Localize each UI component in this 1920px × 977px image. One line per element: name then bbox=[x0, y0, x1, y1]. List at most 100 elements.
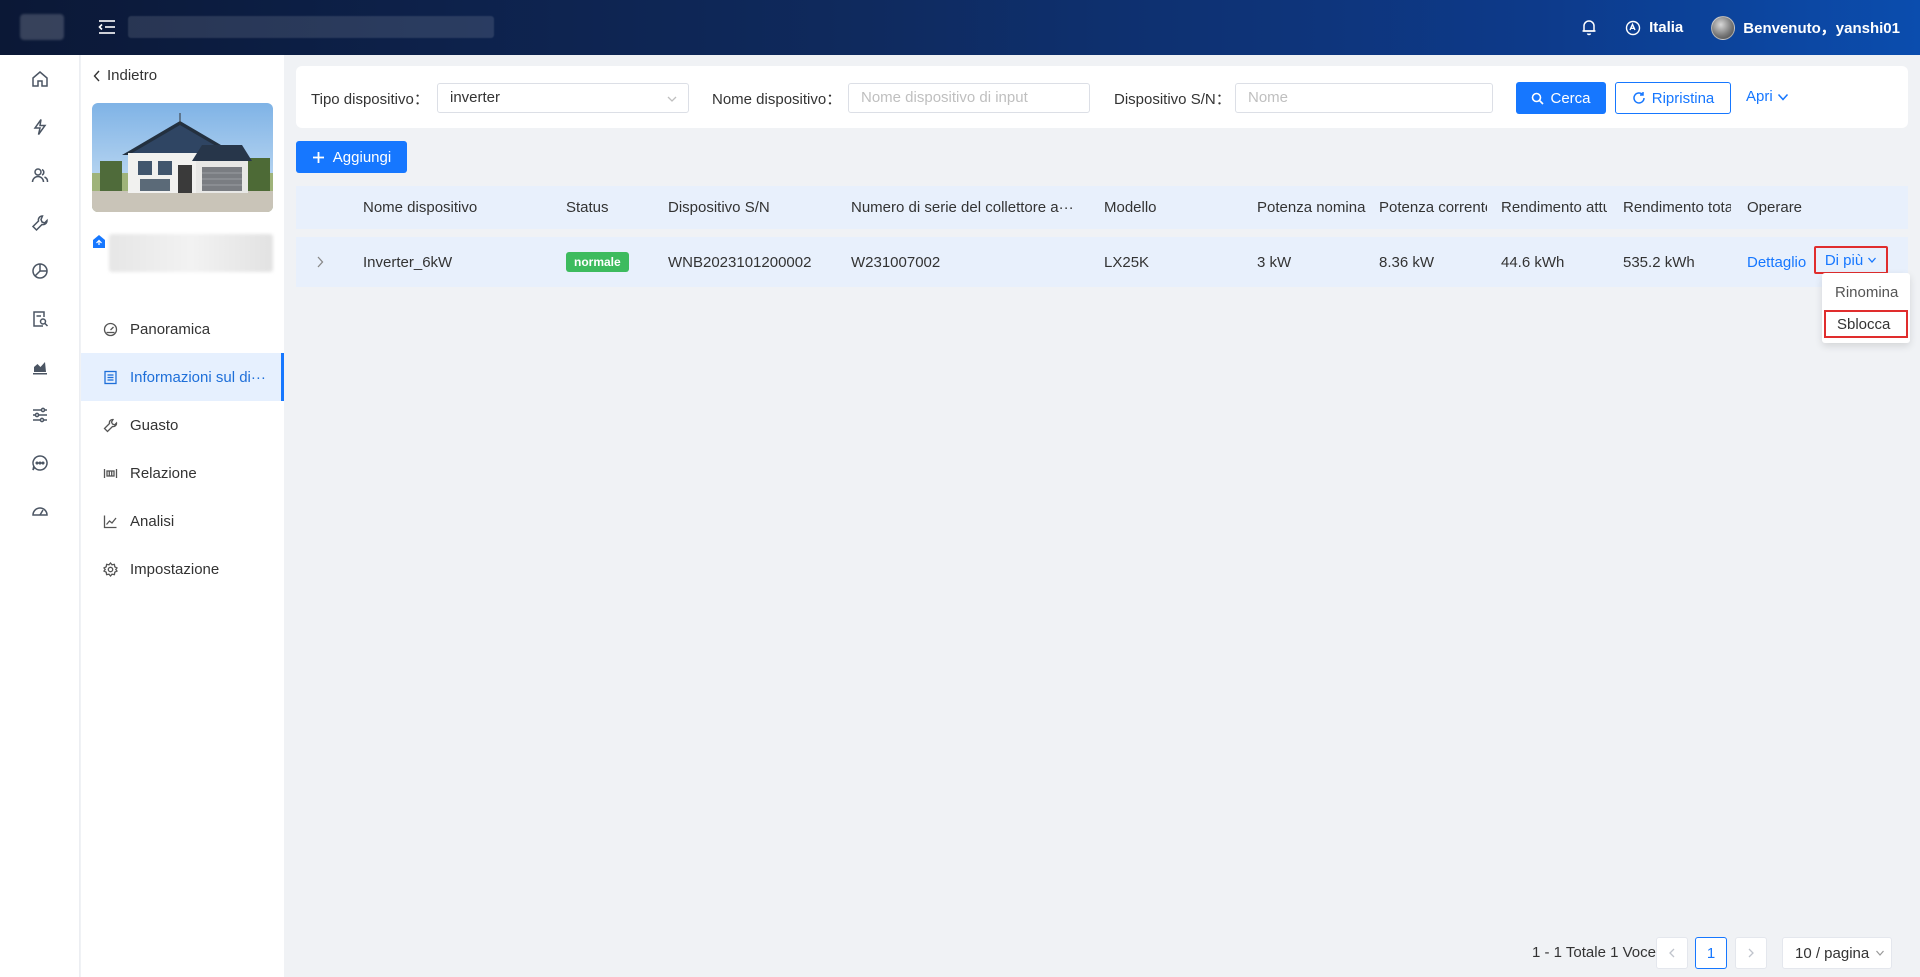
search-button[interactable]: Cerca bbox=[1516, 82, 1606, 114]
chevron-down-icon bbox=[1876, 950, 1885, 956]
header-current-yield: Rendimento attu bbox=[1501, 199, 1607, 216]
more-actions-button[interactable]: Di più bbox=[1814, 246, 1888, 274]
device-type-value: inverter bbox=[450, 89, 501, 106]
header-status: Status bbox=[566, 199, 609, 216]
sidebar-item-panoramica[interactable]: Panoramica bbox=[81, 305, 284, 353]
refresh-icon bbox=[1633, 92, 1645, 104]
wrench-icon[interactable] bbox=[28, 211, 52, 235]
status-cell: normale bbox=[566, 237, 656, 287]
header-total-yield: Rendimento tota bbox=[1623, 199, 1731, 216]
lightning-icon[interactable] bbox=[28, 115, 52, 139]
header-name: Nome dispositivo bbox=[363, 199, 478, 216]
expand-filters-link[interactable]: Apri bbox=[1746, 88, 1789, 105]
chat-icon[interactable] bbox=[28, 451, 52, 475]
reset-label: Ripristina bbox=[1651, 89, 1715, 107]
sidebar-item-analisi[interactable]: Analisi bbox=[81, 497, 284, 545]
device-sn-input[interactable]: Nome bbox=[1235, 83, 1493, 113]
chevron-left-icon bbox=[93, 70, 100, 81]
sidebar-item-informazioni[interactable]: Informazioni sul di··· bbox=[81, 353, 284, 401]
add-label: Aggiungi bbox=[332, 148, 392, 166]
plant-name-redacted bbox=[109, 234, 273, 272]
device-model: LX25K bbox=[1104, 253, 1150, 271]
device-type-select[interactable]: inverter bbox=[437, 83, 689, 113]
prev-page-button[interactable] bbox=[1656, 937, 1688, 969]
chevron-down-icon bbox=[667, 96, 677, 102]
current-power: 8.36 kW bbox=[1379, 253, 1435, 271]
current-yield: 44.6 kWh bbox=[1501, 253, 1565, 271]
chevron-left-icon bbox=[1669, 948, 1675, 958]
table-header: Nome dispositivo Status Dispositivo S/N … bbox=[296, 186, 1908, 229]
page-number-button[interactable]: 1 bbox=[1695, 937, 1727, 969]
device-sn: WNB2023101200002 bbox=[668, 253, 812, 271]
device-type-label: Tipo dispositivo： bbox=[311, 91, 429, 108]
back-label: Indietro bbox=[107, 67, 158, 84]
detail-link[interactable]: Dettaglio bbox=[1747, 237, 1811, 287]
add-device-button[interactable]: Aggiungi bbox=[296, 141, 407, 173]
next-page-button[interactable] bbox=[1735, 937, 1767, 969]
line-chart-icon bbox=[103, 515, 117, 528]
report-search-icon[interactable] bbox=[28, 307, 52, 331]
device-name-label: Nome dispositivo： bbox=[712, 91, 842, 108]
home-icon[interactable] bbox=[28, 67, 52, 91]
page-size-select[interactable]: 10 / pagina bbox=[1782, 937, 1892, 969]
location-pin-icon bbox=[92, 235, 106, 249]
language-label: Italia bbox=[1649, 19, 1684, 36]
back-link[interactable]: Indietro bbox=[93, 67, 157, 84]
header-current-power: Potenza corrente bbox=[1379, 199, 1487, 216]
sidebar-item-guasto[interactable]: Guasto bbox=[81, 401, 284, 449]
relation-icon bbox=[103, 468, 118, 478]
device-table: Nome dispositivo Status Dispositivo S/N … bbox=[296, 186, 1908, 287]
rated-power: 3 kW bbox=[1257, 253, 1292, 271]
device-name: Inverter_6kW bbox=[363, 253, 453, 271]
sidebar-item-impostazione[interactable]: Impostazione bbox=[81, 545, 284, 593]
language-selector[interactable]: Italia bbox=[1625, 19, 1683, 36]
list-icon bbox=[104, 370, 117, 384]
collector-sn: W231007002 bbox=[851, 253, 941, 271]
plant-menu: Panoramica Informazioni sul di··· Guasto… bbox=[81, 305, 284, 593]
chevron-right-icon bbox=[1748, 948, 1754, 958]
icon-rail bbox=[0, 55, 80, 977]
menu-item-unlock[interactable]: Sblocca bbox=[1824, 310, 1908, 338]
device-name-placeholder: Nome dispositivo di input bbox=[861, 89, 1028, 106]
expand-label: Apri bbox=[1746, 88, 1773, 105]
notification-bell[interactable] bbox=[1581, 19, 1597, 36]
users-icon[interactable] bbox=[28, 163, 52, 187]
welcome-text: Benvenuto，yanshi01 bbox=[1743, 20, 1900, 37]
pie-chart-icon[interactable] bbox=[28, 259, 52, 283]
sidebar-item-label: Informazioni sul di··· bbox=[130, 368, 266, 386]
header-operate: Operare bbox=[1747, 199, 1803, 216]
reset-button[interactable]: Ripristina bbox=[1615, 82, 1731, 114]
user-menu[interactable]: Benvenuto，yanshi01 bbox=[1711, 15, 1900, 40]
plant-photo bbox=[92, 103, 273, 212]
bar-chart-icon[interactable] bbox=[28, 355, 52, 379]
wrench-icon bbox=[103, 418, 118, 432]
device-sn-label: Dispositivo S/N： bbox=[1114, 91, 1231, 108]
sidebar-item-relazione[interactable]: Relazione bbox=[81, 449, 284, 497]
device-name-input[interactable]: Nome dispositivo di input bbox=[848, 83, 1090, 113]
menu-item-rename[interactable]: Rinomina bbox=[1822, 278, 1910, 306]
top-header: Italia Benvenuto，yanshi01 bbox=[0, 0, 1920, 55]
chevron-down-icon bbox=[1868, 257, 1877, 263]
plant-title-redacted bbox=[128, 16, 494, 38]
plus-icon bbox=[312, 151, 324, 163]
more-actions-dropdown: Rinomina Sblocca bbox=[1822, 273, 1910, 343]
language-icon bbox=[1625, 20, 1641, 35]
bell-icon bbox=[1582, 20, 1596, 36]
menu-collapse-icon[interactable] bbox=[96, 16, 118, 38]
header-collector-sn: Numero di serie del collettore a··· bbox=[851, 199, 1074, 216]
plant-sidebar: Indietro Panoramica Informazioni sul di·… bbox=[81, 55, 284, 977]
search-label: Cerca bbox=[1550, 89, 1591, 107]
pagination-summary: 1 - 1 Totale 1 Voce bbox=[1532, 943, 1656, 961]
sidebar-item-label: Guasto bbox=[130, 416, 179, 434]
sliders-icon[interactable] bbox=[28, 403, 52, 427]
gauge-icon bbox=[103, 322, 118, 336]
gear-icon bbox=[103, 561, 118, 577]
expand-row-icon[interactable] bbox=[316, 237, 336, 287]
dashboard-gauge-icon[interactable] bbox=[28, 499, 52, 523]
sidebar-item-label: Relazione bbox=[130, 464, 197, 482]
table-row: Inverter_6kW normale WNB2023101200002 W2… bbox=[296, 237, 1908, 287]
filter-panel: Tipo dispositivo： inverter Nome disposit… bbox=[296, 66, 1908, 128]
header-sn: Dispositivo S/N bbox=[668, 199, 770, 216]
sidebar-item-label: Panoramica bbox=[130, 320, 211, 338]
sidebar-item-label: Analisi bbox=[130, 512, 175, 530]
